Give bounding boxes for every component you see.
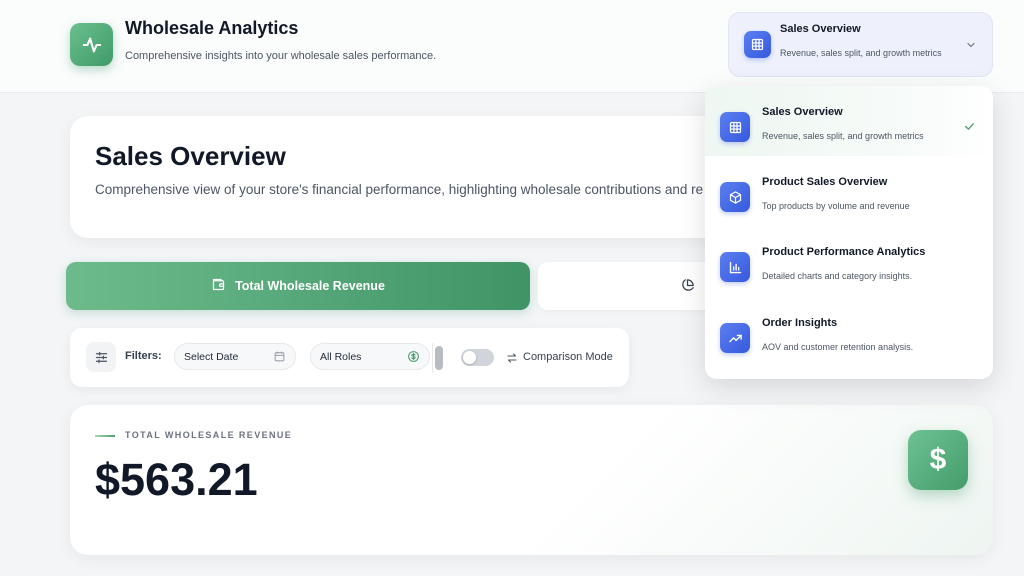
sliders-icon [86, 342, 116, 372]
page-description: Comprehensive view of your store's finan… [95, 182, 704, 197]
calendar-icon [273, 350, 286, 366]
divider [432, 343, 433, 373]
accent-line [95, 435, 115, 437]
date-filter[interactable]: Select Date [174, 343, 296, 370]
menu-item-subtitle: AOV and customer retention analysis. [762, 342, 914, 352]
app-header: Wholesale Analytics Comprehensive insigh… [0, 0, 1024, 93]
swap-icon [506, 351, 518, 369]
dollar-icon: $ [908, 430, 968, 490]
menu-item-title: Product Performance Analytics [762, 246, 926, 258]
menu-item-order-insights[interactable]: Order Insights AOV and customer retentio… [705, 297, 993, 367]
box-icon [720, 182, 750, 212]
menu-item-title: Product Sales Overview [762, 176, 888, 188]
revenue-metric-card: TOTAL WHOLESALE REVENUE $563.21 $ [70, 405, 993, 555]
filters-label: Filters: [125, 350, 162, 362]
trending-up-icon [720, 323, 750, 353]
comparison-toggle[interactable] [461, 349, 494, 366]
selector-title: Sales Overview [780, 23, 861, 35]
tab-label: Total Wholesale Revenue [235, 279, 385, 293]
toggle-knob [463, 351, 476, 364]
comparison-mode-label[interactable]: Comparison Mode [523, 351, 613, 363]
app-subtitle: Comprehensive insights into your wholesa… [125, 50, 437, 62]
scroll-handle[interactable] [435, 346, 443, 370]
menu-item-title: Order Insights [762, 317, 838, 329]
menu-item-product-performance-analytics[interactable]: Product Performance Analytics Detailed c… [705, 226, 993, 296]
menu-item-title: Sales Overview [762, 106, 843, 118]
grid-icon [744, 31, 771, 58]
check-icon [963, 120, 976, 138]
metric-label: TOTAL WHOLESALE REVENUE [125, 430, 293, 440]
menu-item-product-sales-overview[interactable]: Product Sales Overview Top products by v… [705, 156, 993, 226]
chevron-down-icon [965, 38, 977, 56]
report-dropdown-menu: Sales Overview Revenue, sales split, and… [705, 86, 993, 379]
menu-item-subtitle: Top products by volume and revenue [762, 201, 910, 211]
activity-icon [70, 23, 113, 66]
role-filter-value: All Roles [320, 350, 362, 363]
menu-item-subtitle: Revenue, sales split, and growth metrics [762, 131, 924, 141]
tab-total-wholesale-revenue[interactable]: Total Wholesale Revenue [66, 262, 530, 310]
page-title: Sales Overview [95, 141, 286, 171]
overview-card: Sales Overview Comprehensive view of you… [70, 116, 770, 238]
dollar-circle-icon [407, 350, 420, 366]
date-filter-placeholder: Select Date [184, 350, 239, 363]
grid-icon [720, 112, 750, 142]
selector-subtitle: Revenue, sales split, and growth metrics [780, 48, 942, 58]
role-filter[interactable]: All Roles [310, 343, 430, 370]
bar-chart-icon [720, 252, 750, 282]
report-selector[interactable]: Sales Overview Revenue, sales split, and… [728, 12, 993, 77]
metric-value: $563.21 [95, 454, 258, 505]
app-title: Wholesale Analytics [125, 18, 299, 38]
pie-chart-icon [680, 278, 695, 298]
filters-bar: Filters: Select Date All Roles Compariso… [70, 328, 629, 387]
menu-item-sales-overview[interactable]: Sales Overview Revenue, sales split, and… [705, 86, 993, 156]
menu-item-subtitle: Detailed charts and category insights. [762, 271, 913, 281]
wallet-icon [211, 277, 226, 295]
